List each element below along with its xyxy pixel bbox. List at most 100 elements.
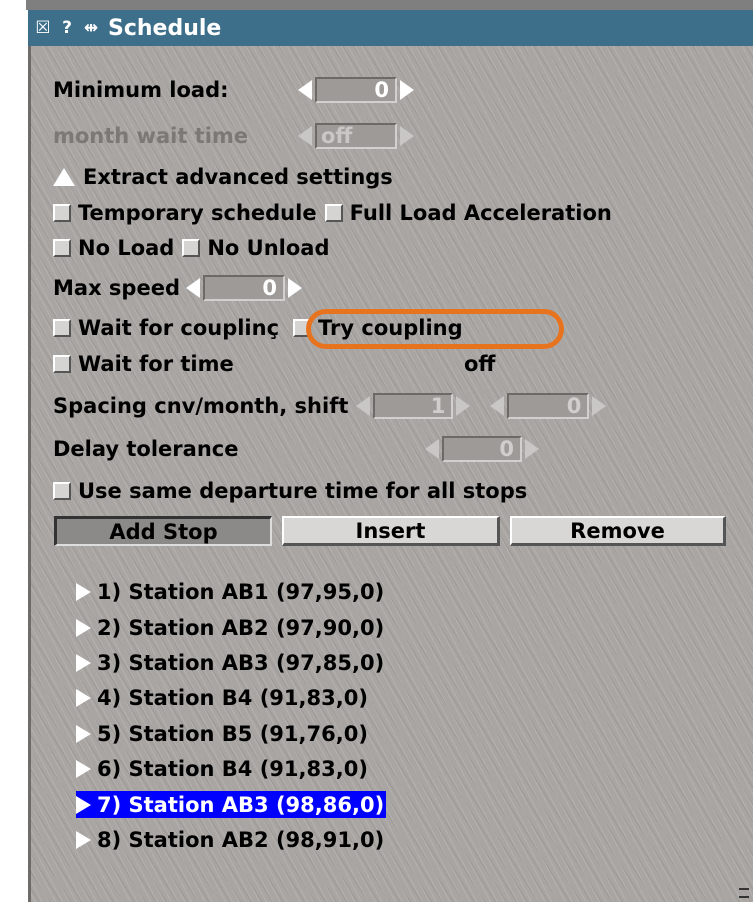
stop-label: 6) Station B4 (91,83,0)	[97, 756, 368, 781]
month-wait-time-increase-button[interactable]	[400, 122, 414, 150]
same-departure-row: Use same departure time for all stops	[53, 477, 527, 505]
wait-for-coupling-label: Wait for couplinç	[78, 316, 280, 340]
max-speed-decrease-button[interactable]	[185, 274, 200, 302]
stop-item-8[interactable]: 8) Station AB2 (98,91,0)	[76, 826, 386, 853]
play-triangle-icon	[76, 688, 91, 707]
try-coupling-checkbox[interactable]	[293, 319, 312, 337]
play-triangle-icon	[76, 582, 91, 601]
spacing-increase-button[interactable]	[456, 392, 471, 420]
minimum-load-label: Minimum load:	[53, 78, 229, 102]
window-title: Schedule	[108, 15, 222, 41]
stop-item-7[interactable]: 7) Station AB3 (98,86,0)	[76, 791, 387, 818]
delay-tolerance-decrease-button[interactable]	[425, 435, 439, 463]
full-load-acceleration-label: Full Load Acceleration	[349, 201, 612, 225]
left-arrow-icon	[298, 126, 312, 146]
max-speed-label: Max speed	[53, 276, 180, 300]
title-bar[interactable]: ☒ ? ⇹ Schedule	[28, 10, 753, 46]
schedule-panel: Minimum load: 0 month wait time off Extr…	[28, 46, 753, 902]
month-wait-time-label: month wait time	[53, 124, 249, 148]
month-wait-time-decrease-button[interactable]	[298, 122, 312, 150]
minimum-load-row: Minimum load: 0	[53, 76, 414, 104]
left-arrow-icon	[356, 396, 371, 416]
delay-tolerance-label: Delay tolerance	[53, 437, 239, 461]
play-triangle-icon	[76, 653, 91, 672]
delay-tolerance-input[interactable]: 0	[442, 436, 522, 462]
remove-button[interactable]: Remove	[510, 516, 726, 546]
left-arrow-icon	[185, 278, 200, 298]
coupling-row: Wait for couplinç Try coupling	[53, 314, 463, 342]
temporary-schedule-checkbox[interactable]	[53, 204, 71, 222]
right-arrow-icon	[456, 396, 471, 416]
insert-button[interactable]: Insert	[282, 516, 500, 546]
stop-label: 8) Station AB2 (98,91,0)	[97, 827, 385, 852]
stop-item-3[interactable]: 3) Station AB3 (97,85,0)	[76, 649, 386, 676]
no-load-row: No Load No Unload	[53, 234, 329, 262]
right-arrow-icon	[400, 80, 414, 100]
stop-item-5[interactable]: 5) Station B5 (91,76,0)	[76, 720, 370, 747]
wait-for-time-row: Wait for time off	[53, 350, 495, 378]
delay-tolerance-increase-button[interactable]	[525, 435, 539, 463]
close-icon[interactable]: ☒	[34, 18, 52, 38]
extract-advanced-toggle[interactable]: Extract advanced settings	[53, 163, 393, 191]
spacing-input[interactable]: 1	[373, 393, 454, 419]
wait-for-coupling-checkbox[interactable]	[53, 319, 71, 337]
resize-grip-icon[interactable]	[739, 888, 749, 898]
stop-item-2[interactable]: 2) Station AB2 (97,90,0)	[76, 614, 386, 641]
wait-for-time-value: off	[464, 352, 496, 376]
no-load-checkbox[interactable]	[53, 239, 71, 257]
spacing-decrease-button[interactable]	[356, 392, 371, 420]
stop-item-4[interactable]: 4) Station B4 (91,83,0)	[76, 684, 370, 711]
stop-label: 7) Station AB3 (98,86,0)	[97, 792, 385, 817]
month-wait-time-row: month wait time off	[53, 122, 414, 150]
max-speed-input[interactable]: 0	[202, 275, 285, 301]
same-departure-label: Use same departure time for all stops	[78, 479, 528, 503]
spacing-row: Spacing cnv/month, shift 1 0	[53, 392, 607, 420]
wait-for-time-label: Wait for time	[78, 352, 234, 376]
stop-item-1[interactable]: 1) Station AB1 (97,95,0)	[76, 578, 386, 605]
wait-for-time-checkbox[interactable]	[53, 355, 71, 373]
try-coupling-label: Try coupling	[318, 316, 463, 340]
delay-tolerance-row: Delay tolerance 0	[53, 435, 539, 463]
window-left-edge	[28, 46, 31, 902]
right-arrow-icon	[592, 396, 607, 416]
help-icon[interactable]: ?	[58, 18, 76, 38]
month-wait-time-input[interactable]: off	[315, 123, 397, 149]
stop-label: 1) Station AB1 (97,95,0)	[97, 579, 385, 604]
full-load-acceleration-checkbox[interactable]	[324, 204, 343, 222]
add-stop-button[interactable]: Add Stop	[54, 516, 272, 546]
minimum-load-input[interactable]: 0	[315, 77, 397, 103]
minimum-load-decrease-button[interactable]	[298, 76, 312, 104]
max-speed-increase-button[interactable]	[287, 274, 302, 302]
left-arrow-icon	[425, 439, 439, 459]
play-triangle-icon	[76, 618, 91, 637]
minimum-load-increase-button[interactable]	[400, 76, 414, 104]
shift-decrease-button[interactable]	[490, 392, 505, 420]
max-speed-row: Max speed 0	[53, 274, 302, 302]
spacing-label: Spacing cnv/month, shift	[53, 394, 349, 418]
extract-advanced-label: Extract advanced settings	[83, 165, 393, 189]
temporary-schedule-row: Temporary schedule Full Load Acceleratio…	[53, 199, 612, 227]
same-departure-checkbox[interactable]	[53, 482, 71, 500]
temporary-schedule-label: Temporary schedule	[78, 201, 317, 225]
play-triangle-icon	[76, 830, 91, 849]
stop-label: 5) Station B5 (91,76,0)	[97, 721, 368, 746]
no-unload-label: No Unload	[207, 236, 330, 260]
right-arrow-icon	[525, 439, 539, 459]
shift-input[interactable]: 0	[507, 393, 590, 419]
right-arrow-icon	[400, 126, 414, 146]
no-unload-checkbox[interactable]	[182, 239, 201, 257]
left-arrow-icon	[298, 80, 312, 100]
window-top-strip	[26, 0, 753, 10]
play-triangle-icon	[76, 795, 91, 814]
shift-increase-button[interactable]	[592, 392, 607, 420]
pin-icon[interactable]: ⇹	[82, 18, 100, 38]
collapse-triangle-icon	[53, 168, 75, 186]
play-triangle-icon	[76, 759, 91, 778]
left-arrow-icon	[490, 396, 505, 416]
right-arrow-icon	[287, 278, 302, 298]
stop-label: 2) Station AB2 (97,90,0)	[97, 615, 385, 640]
stop-item-6[interactable]: 6) Station B4 (91,83,0)	[76, 755, 370, 782]
stop-label: 4) Station B4 (91,83,0)	[97, 685, 368, 710]
no-load-label: No Load	[78, 236, 175, 260]
play-triangle-icon	[76, 724, 91, 743]
